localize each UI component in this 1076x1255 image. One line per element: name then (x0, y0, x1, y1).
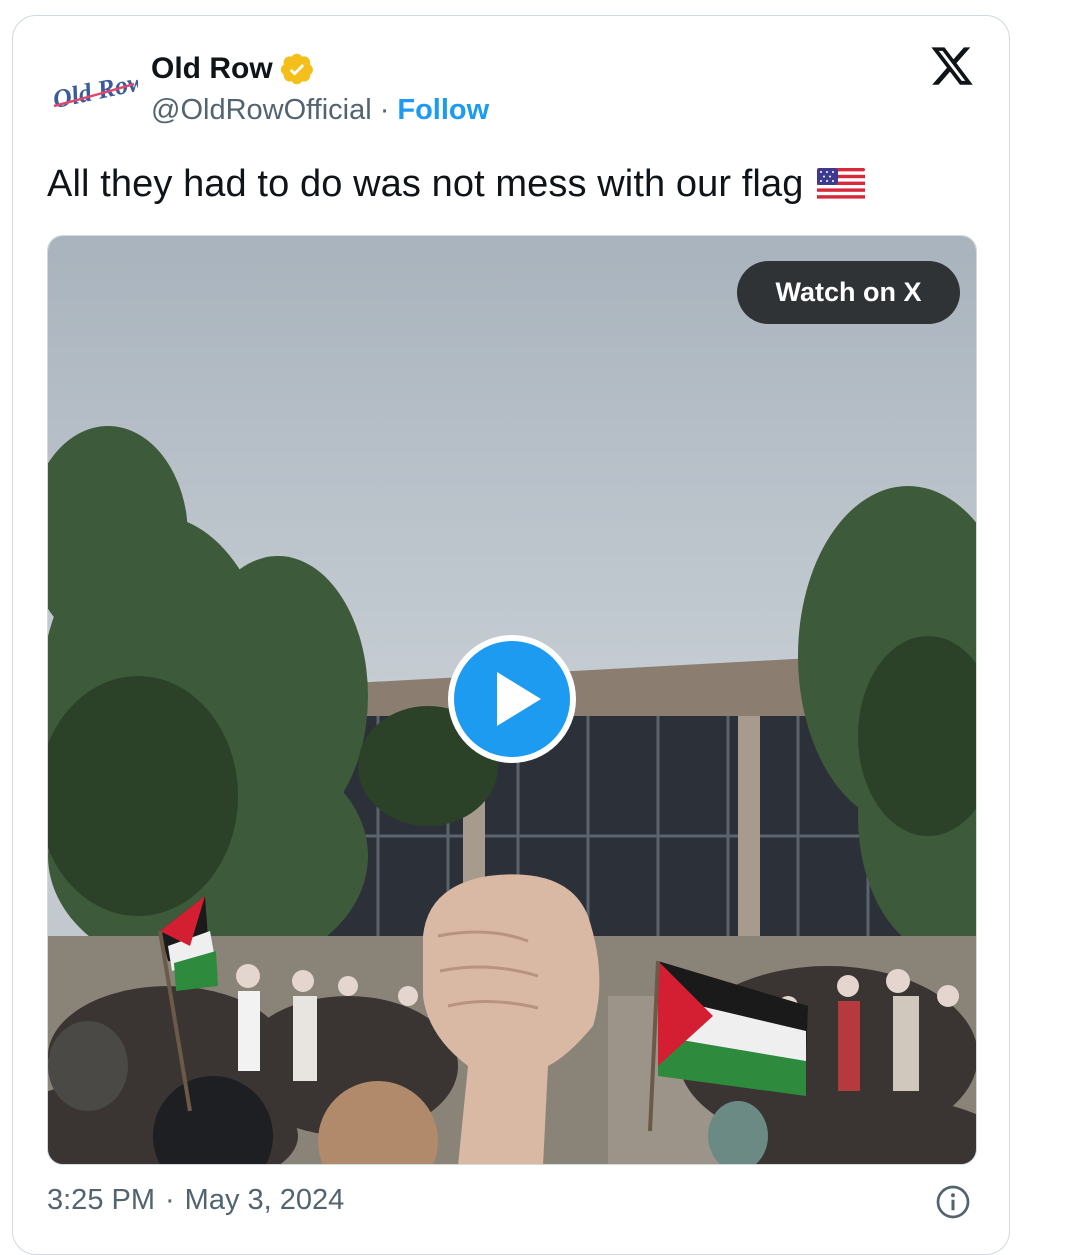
old-row-logo-icon: Old Row (50, 66, 138, 114)
svg-text:Old Row: Old Row (50, 66, 138, 114)
author-handle-line: @OldRowOfficial · Follow (151, 94, 489, 127)
watch-on-x-button[interactable]: Watch on X (737, 261, 960, 324)
x-logo-icon[interactable] (928, 43, 976, 89)
tweet-date[interactable]: May 3, 2024 (185, 1184, 345, 1217)
author-name-row[interactable]: Old Row (151, 52, 315, 86)
handle-separator: · (379, 94, 390, 126)
us-flag-emoji (817, 167, 866, 202)
tweet-time[interactable]: 3:25 PM (47, 1184, 155, 1217)
timestamp-separator: · (165, 1184, 175, 1216)
author-handle[interactable]: @OldRowOfficial (151, 94, 372, 127)
tweet-text: All they had to do was not mess with our… (47, 163, 866, 206)
play-button-icon[interactable] (445, 632, 579, 766)
info-icon[interactable] (935, 1184, 971, 1220)
avatar[interactable]: Old Row (47, 44, 139, 136)
tweet-timestamp[interactable]: 3:25 PM · May 3, 2024 (47, 1184, 344, 1217)
follow-button[interactable]: Follow (397, 94, 489, 127)
verified-badge-icon (280, 53, 313, 85)
tweet-text-body: All they had to do was not mess with our… (47, 163, 804, 205)
author-display-name[interactable]: Old Row (151, 52, 273, 86)
